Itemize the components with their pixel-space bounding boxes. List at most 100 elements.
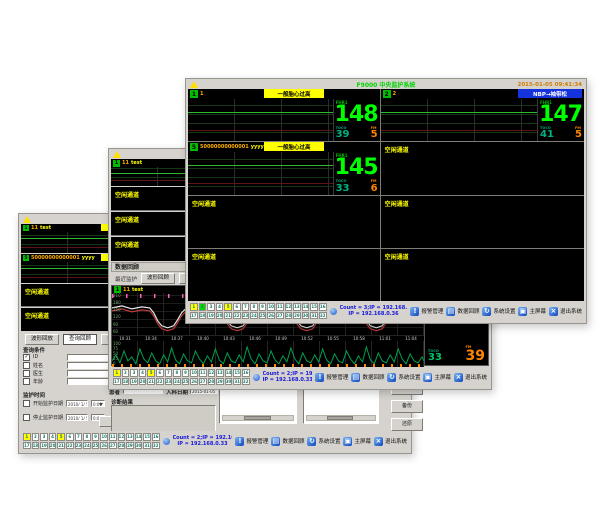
- start-date-input[interactable]: 2010/ 1/ 5: [66, 400, 88, 407]
- day-cell[interactable]: 20: [139, 378, 147, 386]
- day-cell[interactable]: 27: [276, 312, 284, 320]
- result-list-panel[interactable]: [219, 386, 297, 424]
- scrollbar-thumb[interactable]: [244, 416, 271, 420]
- toolbar-button[interactable]: × 退出系统: [549, 307, 582, 316]
- day-cell[interactable]: 5: [224, 303, 232, 311]
- tab-wave-playback[interactable]: 波形回放: [25, 334, 59, 345]
- day-cell[interactable]: 10: [190, 369, 198, 377]
- day-cell[interactable]: 13: [126, 433, 134, 441]
- day-cell[interactable]: 29: [293, 312, 301, 320]
- day-cell[interactable]: 21: [224, 312, 232, 320]
- day-cell[interactable]: 32: [319, 312, 327, 320]
- side-button[interactable]: 还原: [391, 418, 423, 431]
- day-cell[interactable]: 3: [40, 433, 48, 441]
- checkbox[interactable]: [23, 362, 30, 369]
- day-cell[interactable]: 9: [182, 369, 190, 377]
- day-cell[interactable]: 1: [190, 303, 198, 311]
- day-cell[interactable]: 23: [242, 312, 250, 320]
- day-cell[interactable]: 8: [250, 303, 258, 311]
- day-cell[interactable]: 4: [139, 369, 147, 377]
- side-button[interactable]: 备份: [391, 400, 423, 413]
- day-cell[interactable]: 7: [242, 303, 250, 311]
- day-cell[interactable]: 17: [23, 442, 31, 450]
- day-cell[interactable]: 1: [23, 433, 31, 441]
- day-cell[interactable]: 30: [225, 378, 233, 386]
- day-cell[interactable]: 9: [259, 303, 267, 311]
- day-cell[interactable]: 19: [207, 312, 215, 320]
- day-cell[interactable]: 17: [190, 312, 198, 320]
- day-cell[interactable]: 12: [118, 433, 126, 441]
- day-cell[interactable]: 16: [152, 433, 160, 441]
- day-cell[interactable]: 13: [293, 303, 301, 311]
- tab-query-review[interactable]: 查询回顾: [63, 334, 97, 345]
- stop-date-input[interactable]: 2010/ 1/ 5: [66, 414, 88, 421]
- horizontal-scrollbar[interactable]: [222, 415, 294, 421]
- checkbox[interactable]: [23, 370, 30, 377]
- day-cell[interactable]: 7: [165, 369, 173, 377]
- scrollbar-thumb[interactable]: [327, 416, 353, 420]
- day-cell[interactable]: 23: [75, 442, 83, 450]
- day-cell[interactable]: 3: [130, 369, 138, 377]
- toolbar-button[interactable]: × 退出系统: [374, 437, 407, 446]
- day-cell[interactable]: 8: [83, 433, 91, 441]
- day-cell[interactable]: 21: [57, 442, 65, 450]
- day-cell[interactable]: 14: [302, 303, 310, 311]
- day-cell[interactable]: 12: [208, 369, 216, 377]
- day-cell[interactable]: 15: [233, 369, 241, 377]
- day-cell[interactable]: 1: [113, 369, 121, 377]
- day-cell[interactable]: 17: [113, 378, 121, 386]
- day-cell[interactable]: 6: [66, 433, 74, 441]
- day-cell[interactable]: 20: [216, 312, 224, 320]
- day-cell[interactable]: 18: [32, 442, 40, 450]
- day-cell[interactable]: 19: [40, 442, 48, 450]
- toolbar-button[interactable]: ▣ 主屏幕: [343, 437, 371, 446]
- day-cell[interactable]: 26: [267, 312, 275, 320]
- toolbar-button[interactable]: ! 报警管理: [315, 373, 348, 382]
- day-cell[interactable]: 22: [66, 442, 74, 450]
- day-cell[interactable]: 11: [199, 369, 207, 377]
- day-cell[interactable]: 10: [267, 303, 275, 311]
- day-cell[interactable]: 6: [156, 369, 164, 377]
- day-cell[interactable]: 22: [156, 378, 164, 386]
- day-cell[interactable]: 26: [190, 378, 198, 386]
- day-cell[interactable]: 5: [147, 369, 155, 377]
- day-cell[interactable]: 30: [135, 442, 143, 450]
- day-cell[interactable]: 8: [173, 369, 181, 377]
- result-list-panel[interactable]: [303, 386, 379, 424]
- day-cell[interactable]: 24: [250, 312, 258, 320]
- day-cell[interactable]: 26: [100, 442, 108, 450]
- day-cell[interactable]: 16: [242, 369, 250, 377]
- calendar-day-grid[interactable]: 1234567891011121314151617181920212223242…: [23, 433, 160, 449]
- toolbar-button[interactable]: × 退出系统: [454, 373, 487, 382]
- day-cell[interactable]: 32: [152, 442, 160, 450]
- day-cell[interactable]: 6: [233, 303, 241, 311]
- toolbar-button[interactable]: ▤ 数据回顾: [351, 373, 384, 382]
- day-cell[interactable]: 28: [118, 442, 126, 450]
- toolbar-button[interactable]: ! 报警管理: [410, 307, 443, 316]
- horizontal-scrollbar[interactable]: [306, 415, 376, 421]
- day-cell[interactable]: 31: [233, 378, 241, 386]
- day-cell[interactable]: 10: [100, 433, 108, 441]
- day-cell[interactable]: 22: [233, 312, 241, 320]
- day-cell[interactable]: 11: [276, 303, 284, 311]
- tab-wave-review[interactable]: 波形回顾: [141, 273, 175, 284]
- day-cell[interactable]: 2: [199, 303, 207, 311]
- calendar-icon[interactable]: [253, 374, 260, 381]
- day-cell[interactable]: 27: [199, 378, 207, 386]
- day-cell[interactable]: 7: [75, 433, 83, 441]
- day-cell[interactable]: 27: [109, 442, 117, 450]
- start-time-select[interactable]: 0:00: [91, 400, 105, 407]
- day-cell[interactable]: 29: [216, 378, 224, 386]
- day-cell[interactable]: 24: [173, 378, 181, 386]
- day-cell[interactable]: 5: [57, 433, 65, 441]
- day-cell[interactable]: 2: [122, 369, 130, 377]
- toolbar-button[interactable]: ▣ 主屏幕: [423, 373, 451, 382]
- checkbox[interactable]: ✓: [23, 354, 30, 361]
- day-cell[interactable]: 31: [310, 312, 318, 320]
- checkbox[interactable]: [23, 414, 30, 421]
- day-cell[interactable]: 19: [130, 378, 138, 386]
- toolbar-button[interactable]: ▤ 数据回顾: [446, 307, 479, 316]
- day-cell[interactable]: 25: [182, 378, 190, 386]
- calendar-icon[interactable]: [163, 438, 170, 445]
- day-cell[interactable]: 2: [32, 433, 40, 441]
